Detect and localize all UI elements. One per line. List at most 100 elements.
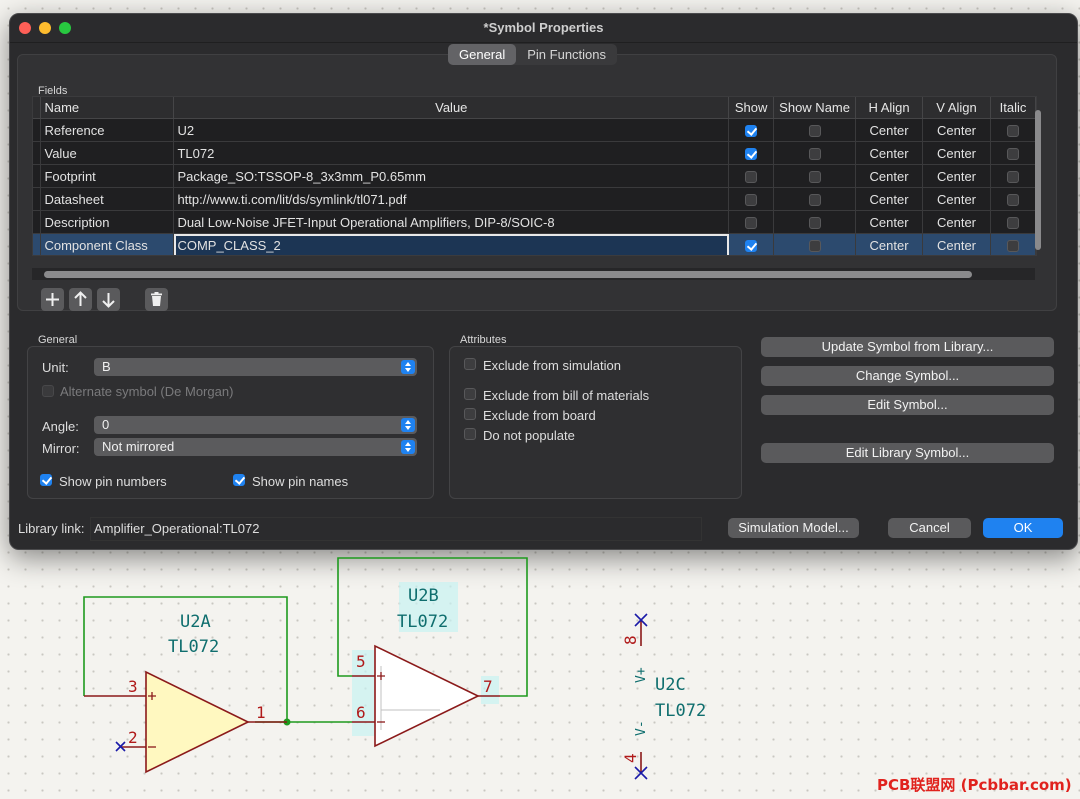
edit-library-symbol-button[interactable]: Edit Library Symbol... (761, 443, 1054, 463)
show-checkbox[interactable] (745, 217, 758, 230)
show-name-checkbox[interactable] (808, 148, 821, 161)
field-value[interactable]: http://www.ti.com/lit/ds/symlink/tl071.p… (173, 187, 730, 211)
field-name[interactable]: Component Class (40, 233, 175, 255)
add-field-button[interactable] (41, 288, 64, 311)
update-symbol-button[interactable]: Update Symbol from Library... (761, 337, 1054, 357)
move-up-button[interactable] (69, 288, 92, 311)
italic-checkbox[interactable] (1006, 194, 1019, 207)
h-align-cell[interactable]: Center (855, 164, 924, 188)
edit-symbol-button[interactable]: Edit Symbol... (761, 395, 1054, 415)
select-arrows-icon (401, 418, 415, 432)
watermark-text: PCB联盟网 (Pcbbar.com) (877, 776, 1072, 794)
select-arrows-icon (401, 360, 415, 374)
show-name-checkbox[interactable] (808, 171, 821, 184)
v-align-cell[interactable]: Center (922, 187, 991, 211)
alternate-symbol-label: Alternate symbol (De Morgan) (60, 384, 234, 399)
alternate-symbol-checkbox[interactable] (42, 385, 54, 397)
field-value-editor[interactable]: COMP_CLASS_2 (173, 233, 730, 255)
col-value-header[interactable]: Value (173, 97, 730, 119)
italic-checkbox[interactable] (1006, 240, 1019, 253)
fields-vertical-scrollbar[interactable] (1035, 110, 1041, 250)
u2c-ref: U2C (655, 675, 686, 695)
col-v-align-header[interactable]: V Align (922, 97, 991, 119)
field-row-description[interactable]: Description Dual Low-Noise JFET-Input Op… (33, 210, 1036, 234)
general-section-label: General (38, 334, 78, 346)
field-name[interactable]: Footprint (40, 164, 175, 188)
field-value[interactable]: Package_SO:TSSOP-8_3x3mm_P0.65mm (173, 164, 730, 188)
show-checkbox[interactable] (745, 171, 758, 184)
show-checkbox[interactable] (745, 194, 758, 207)
move-down-button[interactable] (97, 288, 120, 311)
u2c-value: TL072 (655, 701, 706, 721)
show-pin-numbers-checkbox[interactable] (40, 474, 52, 486)
delete-field-button[interactable] (145, 288, 168, 311)
field-value[interactable]: TL072 (173, 141, 730, 165)
field-name[interactable]: Reference (40, 118, 175, 142)
angle-select[interactable]: 0 (94, 416, 417, 434)
field-value[interactable]: Dual Low-Noise JFET-Input Operational Am… (173, 210, 730, 234)
h-align-cell[interactable]: Center (855, 233, 924, 255)
field-row-value[interactable]: Value TL072 Center Center (33, 141, 1036, 165)
italic-checkbox[interactable] (1006, 171, 1019, 184)
italic-checkbox[interactable] (1006, 148, 1019, 161)
col-show-name-header[interactable]: Show Name (773, 97, 857, 119)
move-down-icon (102, 293, 115, 308)
tab-general[interactable]: General (448, 44, 517, 65)
show-name-checkbox[interactable] (808, 217, 821, 230)
v-align-cell[interactable]: Center (922, 164, 991, 188)
col-show-header[interactable]: Show (728, 97, 775, 119)
show-checkbox[interactable] (745, 148, 758, 161)
v-align-cell[interactable]: Center (922, 210, 991, 234)
field-row-component-class[interactable]: Component Class COMP_CLASS_2 Center Cent… (33, 233, 1036, 255)
cancel-button[interactable]: Cancel (888, 518, 971, 538)
fields-grid: Name Value Show Show Name H Align V Alig… (32, 96, 1037, 256)
field-name[interactable]: Datasheet (40, 187, 175, 211)
field-row-reference[interactable]: Reference U2 Center Center (33, 118, 1036, 142)
fields-horizontal-scrollbar[interactable] (44, 271, 972, 278)
field-row-datasheet[interactable]: Datasheet http://www.ti.com/lit/ds/symli… (33, 187, 1036, 211)
grid-header-row: Name Value Show Show Name H Align V Alig… (33, 97, 1036, 119)
exclude-simulation-checkbox[interactable] (464, 358, 476, 370)
u2c-vplus-label: V+ (634, 667, 649, 683)
unit-select[interactable]: B (94, 358, 417, 376)
show-pin-names-checkbox[interactable] (233, 474, 245, 486)
simulation-model-button[interactable]: Simulation Model... (728, 518, 859, 538)
u2a-value: TL072 (168, 637, 219, 657)
field-name[interactable]: Value (40, 141, 175, 165)
exclude-board-checkbox[interactable] (464, 408, 476, 420)
show-name-checkbox[interactable] (808, 125, 821, 138)
show-checkbox[interactable] (745, 125, 758, 138)
show-name-checkbox[interactable] (808, 194, 821, 207)
u2a-pin2-number: 2 (128, 728, 138, 747)
v-align-cell[interactable]: Center (922, 233, 991, 255)
ok-button[interactable]: OK (983, 518, 1063, 538)
mirror-label: Mirror: (42, 441, 80, 456)
show-checkbox[interactable] (745, 240, 758, 253)
mirror-select[interactable]: Not mirrored (94, 438, 417, 456)
col-italic-header[interactable]: Italic (990, 97, 1036, 119)
exclude-simulation-label: Exclude from simulation (483, 358, 621, 373)
h-align-cell[interactable]: Center (855, 141, 924, 165)
col-h-align-header[interactable]: H Align (855, 97, 924, 119)
schematic-canvas: U2A TL072 U2B TL072 U2C TL072 3 2 1 5 6 … (83, 557, 706, 780)
italic-checkbox[interactable] (1006, 217, 1019, 230)
field-row-footprint[interactable]: Footprint Package_SO:TSSOP-8_3x3mm_P0.65… (33, 164, 1036, 188)
h-align-cell[interactable]: Center (855, 118, 924, 142)
exclude-bom-label: Exclude from bill of materials (483, 388, 650, 403)
do-not-populate-checkbox[interactable] (464, 428, 476, 440)
h-align-cell[interactable]: Center (855, 187, 924, 211)
change-symbol-button[interactable]: Change Symbol... (761, 366, 1054, 386)
field-name[interactable]: Description (40, 210, 175, 234)
v-align-cell[interactable]: Center (922, 141, 991, 165)
italic-checkbox[interactable] (1006, 125, 1019, 138)
tab-pin-functions[interactable]: Pin Functions (516, 44, 617, 65)
v-align-cell[interactable]: Center (922, 118, 991, 142)
h-align-cell[interactable]: Center (855, 210, 924, 234)
field-value[interactable]: U2 (173, 118, 730, 142)
angle-select-value: 0 (102, 417, 110, 432)
col-name-header[interactable]: Name (40, 97, 175, 119)
show-name-checkbox[interactable] (808, 240, 821, 253)
exclude-bom-checkbox[interactable] (464, 388, 476, 400)
angle-label: Angle: (42, 419, 79, 434)
u2c-pin8-number: 8 (621, 635, 640, 645)
